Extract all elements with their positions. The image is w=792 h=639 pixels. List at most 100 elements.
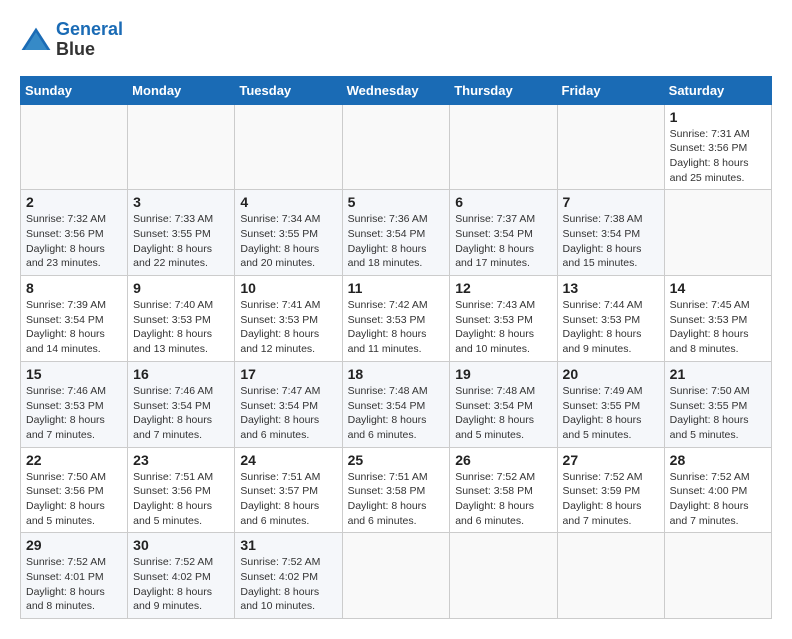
calendar-cell: 13 Sunrise: 7:44 AMSunset: 3:53 PMDayligh… <box>557 276 664 362</box>
day-number: 26 <box>455 452 551 468</box>
calendar-cell: 19Sunrise: 7:48 AMSunset: 3:54 PMDayligh… <box>450 361 557 447</box>
day-info: Sunrise: 7:52 AMSunset: 3:59 PMDaylight:… <box>563 470 659 529</box>
day-number: 14 <box>670 280 766 296</box>
logo-text: General Blue <box>56 20 123 60</box>
day-number: 21 <box>670 366 766 382</box>
weekday-header: Monday <box>128 76 235 104</box>
calendar-cell: 10Sunrise: 7:41 AMSunset: 3:53 PMDayligh… <box>235 276 342 362</box>
day-number: 15 <box>26 366 122 382</box>
calendar-cell: 6Sunrise: 7:37 AMSunset: 3:54 PMDaylight… <box>450 190 557 276</box>
day-info: Sunrise: 7:51 AMSunset: 3:57 PMDaylight:… <box>240 470 336 529</box>
day-info: Sunrise: 7:52 AMSunset: 3:58 PMDaylight:… <box>455 470 551 529</box>
logo-icon <box>20 26 52 54</box>
weekday-header: Wednesday <box>342 76 450 104</box>
calendar-header-row: SundayMondayTuesdayWednesdayThursdayFrid… <box>21 76 772 104</box>
calendar-cell: 18Sunrise: 7:48 AMSunset: 3:54 PMDayligh… <box>342 361 450 447</box>
calendar-week-row: 29Sunrise: 7:52 AMSunset: 4:01 PMDayligh… <box>21 533 772 619</box>
day-info: Sunrise: 7:51 AMSunset: 3:56 PMDaylight:… <box>133 470 229 529</box>
calendar-cell: 16Sunrise: 7:46 AMSunset: 3:54 PMDayligh… <box>128 361 235 447</box>
calendar-week-row: 1Sunrise: 7:31 AMSunset: 3:56 PMDaylight… <box>21 104 772 190</box>
calendar-week-row: 15 Sunrise: 7:46 AMSunset: 3:53 PMDayligh… <box>21 361 772 447</box>
day-number: 1 <box>670 109 766 125</box>
calendar-cell <box>21 104 128 190</box>
calendar-week-row: 8Sunrise: 7:39 AMSunset: 3:54 PMDaylight… <box>21 276 772 362</box>
calendar-cell: 20 Sunrise: 7:49 AMSunset: 3:55 PMDayligh… <box>557 361 664 447</box>
weekday-header: Friday <box>557 76 664 104</box>
day-number: 27 <box>563 452 659 468</box>
day-number: 31 <box>240 537 336 553</box>
day-number: 22 <box>26 452 122 468</box>
day-number: 12 <box>455 280 551 296</box>
day-info: Sunrise: 7:48 AMSunset: 3:54 PMDaylight:… <box>455 384 551 443</box>
calendar-cell: 3 Sunrise: 7:33 AMSunset: 3:55 PMDaylight… <box>128 190 235 276</box>
day-info: Sunrise: 7:45 AMSunset: 3:53 PMDaylight:… <box>670 298 766 357</box>
day-number: 6 <box>455 194 551 210</box>
calendar-cell: 28 Sunrise: 7:52 AMSunset: 4:00 PMDayligh… <box>664 447 771 533</box>
day-info: Sunrise: 7:43 AMSunset: 3:53 PMDaylight:… <box>455 298 551 357</box>
calendar-cell: 17 Sunrise: 7:47 AMSunset: 3:54 PMDayligh… <box>235 361 342 447</box>
day-number: 20 <box>563 366 659 382</box>
day-number: 4 <box>240 194 336 210</box>
calendar-cell: 23Sunrise: 7:51 AMSunset: 3:56 PMDayligh… <box>128 447 235 533</box>
weekday-header: Tuesday <box>235 76 342 104</box>
calendar-cell <box>664 533 771 619</box>
calendar-cell <box>557 533 664 619</box>
calendar-cell <box>557 104 664 190</box>
calendar-cell: 2Sunrise: 7:32 AMSunset: 3:56 PMDaylight… <box>21 190 128 276</box>
calendar-cell: 15 Sunrise: 7:46 AMSunset: 3:53 PMDayligh… <box>21 361 128 447</box>
day-info: Sunrise: 7:42 AMSunset: 3:53 PMDaylight:… <box>348 298 445 357</box>
calendar-cell: 14 Sunrise: 7:45 AMSunset: 3:53 PMDayligh… <box>664 276 771 362</box>
calendar-cell: 1Sunrise: 7:31 AMSunset: 3:56 PMDaylight… <box>664 104 771 190</box>
calendar-cell: 21 Sunrise: 7:50 AMSunset: 3:55 PMDayligh… <box>664 361 771 447</box>
day-number: 29 <box>26 537 122 553</box>
day-info: Sunrise: 7:49 AMSunset: 3:55 PMDaylight:… <box>563 384 659 443</box>
day-number: 11 <box>348 280 445 296</box>
calendar-cell: 4 Sunrise: 7:34 AMSunset: 3:55 PMDaylight… <box>235 190 342 276</box>
day-number: 3 <box>133 194 229 210</box>
day-info: Sunrise: 7:46 AMSunset: 3:53 PMDaylight:… <box>26 384 122 443</box>
calendar-cell: 31 Sunrise: 7:52 AMSunset: 4:02 PMDayligh… <box>235 533 342 619</box>
day-info: Sunrise: 7:34 AMSunset: 3:55 PMDaylight:… <box>240 212 336 271</box>
day-info: Sunrise: 7:36 AMSunset: 3:54 PMDaylight:… <box>348 212 445 271</box>
day-info: Sunrise: 7:50 AMSunset: 3:56 PMDaylight:… <box>26 470 122 529</box>
day-info: Sunrise: 7:38 AMSunset: 3:54 PMDaylight:… <box>563 212 659 271</box>
calendar-week-row: 22 Sunrise: 7:50 AMSunset: 3:56 PMDayligh… <box>21 447 772 533</box>
day-info: Sunrise: 7:51 AMSunset: 3:58 PMDaylight:… <box>348 470 445 529</box>
day-info: Sunrise: 7:52 AMSunset: 4:02 PMDaylight:… <box>240 555 336 614</box>
day-info: Sunrise: 7:40 AMSunset: 3:53 PMDaylight:… <box>133 298 229 357</box>
day-info: Sunrise: 7:32 AMSunset: 3:56 PMDaylight:… <box>26 212 122 271</box>
calendar-cell: 11 Sunrise: 7:42 AMSunset: 3:53 PMDayligh… <box>342 276 450 362</box>
calendar-cell: 12 Sunrise: 7:43 AMSunset: 3:53 PMDayligh… <box>450 276 557 362</box>
day-info: Sunrise: 7:47 AMSunset: 3:54 PMDaylight:… <box>240 384 336 443</box>
day-number: 7 <box>563 194 659 210</box>
calendar-cell: 7 Sunrise: 7:38 AMSunset: 3:54 PMDaylight… <box>557 190 664 276</box>
day-number: 18 <box>348 366 445 382</box>
calendar-cell <box>342 104 450 190</box>
logo: General Blue <box>20 20 123 60</box>
day-info: Sunrise: 7:39 AMSunset: 3:54 PMDaylight:… <box>26 298 122 357</box>
day-number: 30 <box>133 537 229 553</box>
calendar-cell <box>342 533 450 619</box>
calendar-cell: 9 Sunrise: 7:40 AMSunset: 3:53 PMDaylight… <box>128 276 235 362</box>
day-number: 13 <box>563 280 659 296</box>
calendar-cell: 22 Sunrise: 7:50 AMSunset: 3:56 PMDayligh… <box>21 447 128 533</box>
day-info: Sunrise: 7:33 AMSunset: 3:55 PMDaylight:… <box>133 212 229 271</box>
calendar-week-row: 2Sunrise: 7:32 AMSunset: 3:56 PMDaylight… <box>21 190 772 276</box>
weekday-header: Sunday <box>21 76 128 104</box>
weekday-header: Thursday <box>450 76 557 104</box>
day-info: Sunrise: 7:50 AMSunset: 3:55 PMDaylight:… <box>670 384 766 443</box>
calendar-cell <box>450 104 557 190</box>
day-number: 16 <box>133 366 229 382</box>
day-number: 10 <box>240 280 336 296</box>
calendar-cell <box>664 190 771 276</box>
day-info: Sunrise: 7:44 AMSunset: 3:53 PMDaylight:… <box>563 298 659 357</box>
calendar-cell: 5 Sunrise: 7:36 AMSunset: 3:54 PMDaylight… <box>342 190 450 276</box>
day-number: 17 <box>240 366 336 382</box>
calendar-cell <box>235 104 342 190</box>
day-number: 5 <box>348 194 445 210</box>
day-info: Sunrise: 7:52 AMSunset: 4:00 PMDaylight:… <box>670 470 766 529</box>
calendar-cell: 25Sunrise: 7:51 AMSunset: 3:58 PMDayligh… <box>342 447 450 533</box>
day-number: 9 <box>133 280 229 296</box>
day-number: 28 <box>670 452 766 468</box>
calendar-cell: 29Sunrise: 7:52 AMSunset: 4:01 PMDayligh… <box>21 533 128 619</box>
